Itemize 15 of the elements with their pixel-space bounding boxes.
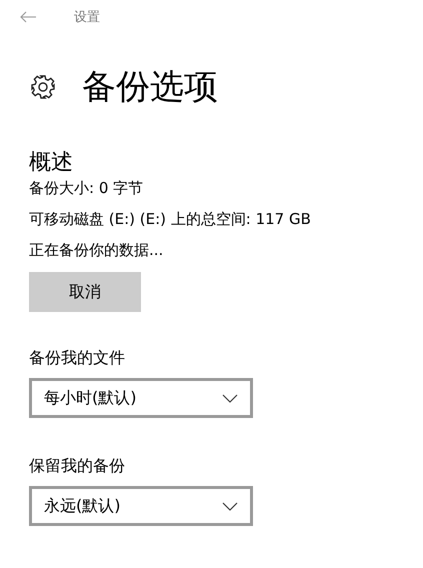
info-text: 可移动磁盘 (E:) (E:) 上的总空间: 117 GB (29, 209, 312, 229)
dropdown[interactable]: 永远(默认) (29, 486, 253, 526)
info-text: 备份大小: 0 字节 (29, 178, 144, 198)
page-title: 备份选项 (82, 66, 218, 108)
setting-label: 备份我的文件 (29, 348, 126, 368)
back-arrow-icon[interactable] (20, 11, 36, 23)
setting-label: 保留我的备份 (29, 456, 126, 476)
chevron-down-icon (222, 394, 238, 402)
section-heading: 概述 (29, 150, 74, 176)
info-text: 正在备份你的数据... (29, 240, 164, 260)
header-title: 设置 (74, 9, 100, 26)
chevron-down-icon (222, 502, 238, 510)
dropdown[interactable]: 每小时(默认) (29, 378, 253, 418)
gear-icon (30, 74, 56, 100)
cancel-button[interactable]: 取消 (29, 272, 141, 312)
